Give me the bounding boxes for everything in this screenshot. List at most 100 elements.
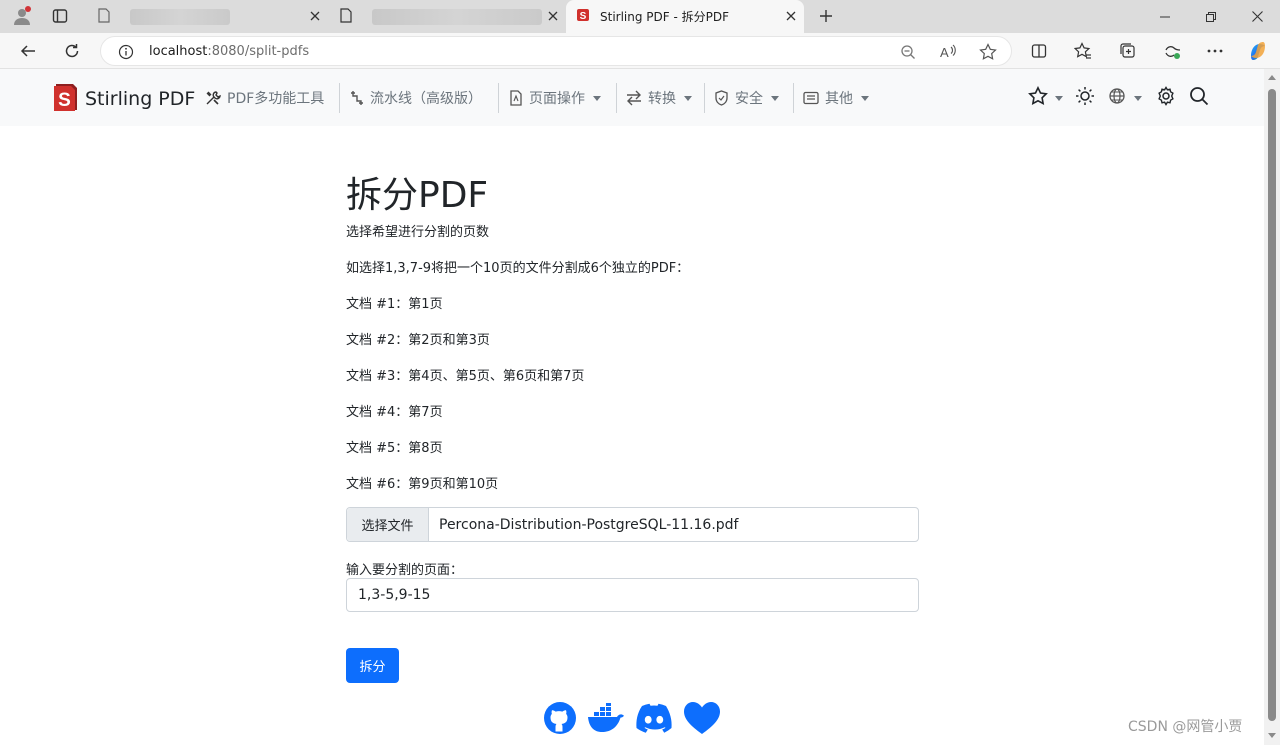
stirling-favicon-icon: S <box>576 8 590 25</box>
split-button[interactable]: 拆分 <box>346 648 399 683</box>
file-icon <box>509 90 523 106</box>
copilot-icon[interactable] <box>1243 36 1273 66</box>
nav-label: 安全 <box>735 91 763 107</box>
scrollbar-thumb[interactable] <box>1268 89 1276 721</box>
svg-text:A: A <box>940 45 949 60</box>
chevron-down-icon <box>593 95 601 101</box>
nav-divider <box>793 83 794 113</box>
nav-divider <box>704 83 705 113</box>
page-icon <box>340 7 352 26</box>
brand-link[interactable]: S Stirling PDF <box>52 82 195 116</box>
file-input[interactable]: 选择文件 Percona-Distribution-PostgreSQL-11.… <box>346 507 919 542</box>
card-icon <box>803 91 819 105</box>
nav-divider <box>498 83 499 113</box>
chevron-down-icon <box>1055 95 1063 101</box>
app-navbar: S Stirling PDF PDF多功能工具 流水线（高级版） 页面操作 转换… <box>0 69 1264 126</box>
gear-icon <box>1156 86 1176 110</box>
globe-icon <box>1108 87 1126 109</box>
tab-1[interactable] <box>88 4 328 29</box>
close-icon[interactable] <box>310 10 320 24</box>
docker-icon[interactable] <box>587 703 625 733</box>
discord-icon[interactable] <box>635 703 673 733</box>
search-button[interactable] <box>1189 86 1209 110</box>
settings-button[interactable] <box>1156 86 1176 110</box>
back-icon[interactable] <box>13 36 43 66</box>
heart-icon[interactable] <box>683 701 721 735</box>
profile-icon[interactable] <box>8 4 36 28</box>
browser-tab-strip: S Stirling PDF - 拆分PDF <box>0 0 1280 33</box>
new-tab-icon[interactable] <box>812 4 840 28</box>
url-text: localhost:8080/split-pdfs <box>149 44 310 59</box>
nav-label: PDF多功能工具 <box>227 91 325 107</box>
star-icon <box>1028 85 1048 110</box>
page-scrollbar[interactable] <box>1264 69 1280 745</box>
nav-label: 其他 <box>825 91 853 107</box>
example-document-line: 文档 #3：第4页、第5页、第6页和第7页 <box>346 369 585 384</box>
window-close-icon[interactable] <box>1234 0 1280 33</box>
more-options-icon[interactable] <box>1200 36 1230 66</box>
nav-convert[interactable]: 转换 <box>626 88 692 108</box>
favorite-star-icon[interactable] <box>977 41 999 63</box>
extensions-icon[interactable] <box>1157 36 1187 66</box>
example-document-line: 文档 #4：第7页 <box>346 405 443 420</box>
example-document-line: 文档 #5：第8页 <box>346 441 443 456</box>
nav-other[interactable]: 其他 <box>803 88 869 108</box>
browser-toolbar: localhost:8080/split-pdfs A <box>0 33 1280 69</box>
nav-security[interactable]: 安全 <box>714 88 779 108</box>
example-document-line: 文档 #2：第2页和第3页 <box>346 333 490 348</box>
example-document-line: 文档 #1：第1页 <box>346 297 443 312</box>
scroll-down-icon[interactable] <box>1268 733 1276 738</box>
collections-icon[interactable] <box>1113 36 1143 66</box>
svg-text:S: S <box>580 11 587 22</box>
page-icon <box>98 7 110 26</box>
chevron-down-icon <box>1134 95 1142 101</box>
nav-pipeline[interactable]: 流水线（高级版） <box>350 88 482 108</box>
theme-toggle[interactable] <box>1075 86 1095 110</box>
instruction-text: 选择希望进行分割的页数 <box>346 225 490 240</box>
example-text: 如选择1,3,7-9将把一个10页的文件分割成6个独立的PDF： <box>346 261 690 276</box>
favorites-dropdown[interactable] <box>1028 85 1063 110</box>
brand-name: Stirling PDF <box>85 88 196 110</box>
close-icon[interactable] <box>548 10 558 24</box>
tools-icon <box>205 90 221 106</box>
svg-text:S: S <box>58 90 71 111</box>
info-icon[interactable] <box>115 41 137 63</box>
tab-actions-icon[interactable] <box>46 4 74 28</box>
nav-page-operations[interactable]: 页面操作 <box>509 88 601 108</box>
nav-pdf-multi-tool[interactable]: PDF多功能工具 <box>205 88 324 108</box>
pages-input[interactable] <box>346 578 919 612</box>
chevron-down-icon <box>684 95 692 101</box>
pages-label: 输入要分割的页面： <box>346 563 464 578</box>
page-viewport: S Stirling PDF PDF多功能工具 流水线（高级版） 页面操作 转换… <box>0 69 1264 745</box>
read-aloud-icon[interactable]: A <box>937 41 959 63</box>
scroll-up-icon[interactable] <box>1268 75 1276 80</box>
nav-label: 页面操作 <box>529 91 585 107</box>
minimize-icon[interactable] <box>1142 0 1188 33</box>
example-document-line: 文档 #6：第9页和第10页 <box>346 477 499 492</box>
nav-divider <box>339 83 340 113</box>
tab-active[interactable]: S Stirling PDF - 拆分PDF <box>566 0 804 33</box>
zoom-out-icon[interactable] <box>897 41 919 63</box>
language-dropdown[interactable] <box>1108 86 1142 110</box>
footer-links <box>543 701 731 735</box>
github-icon[interactable] <box>543 701 577 735</box>
selected-file-name: Percona-Distribution-PostgreSQL-11.16.pd… <box>439 516 739 533</box>
pipeline-icon <box>350 90 364 106</box>
nav-label: 流水线（高级版） <box>370 91 482 107</box>
shield-icon <box>714 90 729 106</box>
close-icon[interactable] <box>786 10 796 24</box>
page-title: 拆分PDF <box>346 175 489 216</box>
sun-icon <box>1075 86 1095 110</box>
restore-icon[interactable] <box>1188 0 1234 33</box>
reload-icon[interactable] <box>57 36 87 66</box>
choose-file-button[interactable]: 选择文件 <box>347 508 429 541</box>
favorites-icon[interactable] <box>1068 36 1098 66</box>
stirling-logo-icon: S <box>52 82 79 116</box>
tab-title-blurred <box>130 8 230 25</box>
split-screen-icon[interactable] <box>1024 36 1054 66</box>
chevron-down-icon <box>771 95 779 101</box>
nav-label: 转换 <box>648 91 676 107</box>
arrows-icon <box>626 90 642 106</box>
tab-2[interactable] <box>330 4 566 29</box>
address-bar[interactable]: localhost:8080/split-pdfs A <box>100 36 1012 66</box>
